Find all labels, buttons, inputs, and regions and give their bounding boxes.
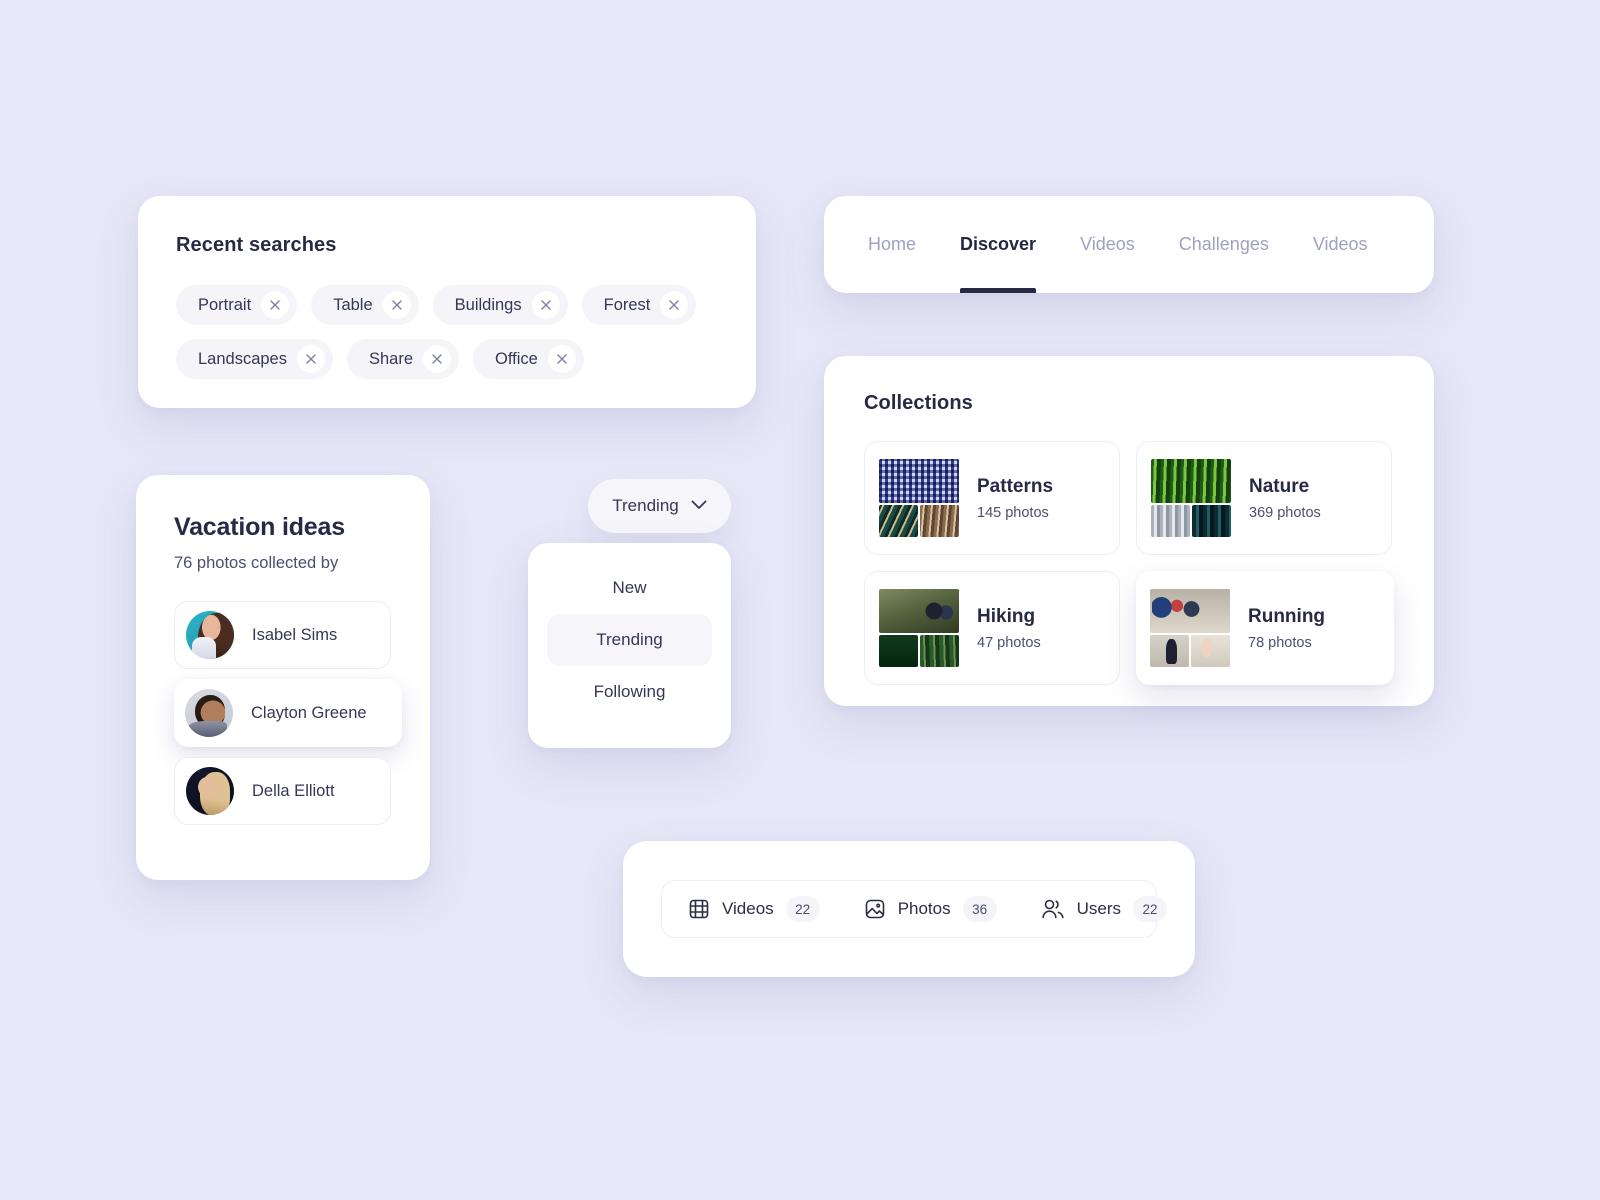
filter-label: Users <box>1076 899 1122 918</box>
collection-count: 369 photos <box>1249 504 1321 521</box>
sort-option-label: New <box>612 578 647 597</box>
recent-searches-title: Recent searches <box>176 234 337 256</box>
avatar <box>185 689 233 737</box>
sort-option-trending[interactable]: Trending <box>547 614 712 666</box>
close-icon[interactable] <box>531 291 560 319</box>
search-chip[interactable]: Forest <box>581 285 697 325</box>
sort-option-following[interactable]: Following <box>547 666 712 718</box>
collection-item-nature[interactable]: Nature 369 photos <box>1136 441 1392 555</box>
collection-name: Patterns <box>977 475 1054 497</box>
tab-label: Challenges <box>1178 234 1269 254</box>
close-icon[interactable] <box>297 345 325 373</box>
sort-option-label: Following <box>593 682 666 701</box>
collector-name: Clayton Greene <box>251 703 367 722</box>
search-chip[interactable]: Landscapes <box>176 339 333 379</box>
collection-count: 47 photos <box>977 634 1041 651</box>
collections-grid: Patterns 145 photos Nature 369 photos Hi… <box>864 441 1404 685</box>
collection-name: Hiking <box>977 605 1036 627</box>
tab-home[interactable]: Home <box>868 196 916 293</box>
search-chip-label: Portrait <box>198 295 252 314</box>
vacation-ideas-card: Vacation ideas 76 photos collected by Is… <box>136 475 430 880</box>
image-icon <box>864 898 886 920</box>
page-canvas: Recent searches Portrait Table Buildings <box>0 0 1600 1200</box>
list-item[interactable]: Isabel Sims <box>174 601 391 669</box>
film-icon <box>688 898 710 920</box>
sort-dropdown-trigger[interactable]: Trending <box>588 479 731 533</box>
collection-name: Running <box>1248 605 1326 627</box>
collection-count: 145 photos <box>977 504 1049 521</box>
tab-label: Home <box>868 234 917 254</box>
search-chip-label: Forest <box>603 295 651 314</box>
collection-name: Nature <box>1249 475 1310 497</box>
close-icon[interactable] <box>261 291 290 319</box>
filter-users[interactable]: Users 22 <box>1041 896 1168 922</box>
thumb-hiking <box>879 589 959 667</box>
tab-label: Discover <box>960 234 1037 254</box>
collector-name: Della Elliott <box>252 781 335 800</box>
thumb-running <box>1150 589 1230 667</box>
search-chip-label: Office <box>495 349 538 368</box>
tab-label: Videos <box>1312 234 1368 254</box>
chevron-down-icon <box>691 497 707 515</box>
filter-videos[interactable]: Videos 22 <box>688 896 820 922</box>
filter-count: 22 <box>1133 896 1168 922</box>
tab-challenges[interactable]: Challenges <box>1179 196 1269 293</box>
filter-bar: Videos 22 Photos 36 Users 22 <box>661 880 1168 938</box>
vacation-ideas-title: Vacation ideas <box>174 513 345 541</box>
vacation-ideas-subtitle: 76 photos collected by <box>174 554 339 572</box>
filter-count: 36 <box>962 896 997 922</box>
tab-videos[interactable]: Videos <box>1080 196 1135 293</box>
search-chip[interactable]: Table <box>311 285 419 325</box>
search-chip[interactable]: Office <box>473 339 584 379</box>
navigation-card: Home Discover Videos Challenges Videos <box>824 196 1434 293</box>
tab-bar: Home Discover Videos Challenges Videos <box>824 196 1434 293</box>
thumb-nature <box>1151 459 1231 537</box>
sort-dropdown-value: Trending <box>612 496 679 515</box>
filter-photos[interactable]: Photos 36 <box>864 896 997 922</box>
search-chip[interactable]: Portrait <box>176 285 298 325</box>
collector-name: Isabel Sims <box>252 625 338 644</box>
collector-list: Isabel Sims Clayton Greene Della Elliott <box>174 601 402 825</box>
recent-searches-chip-list: Portrait Table Buildings Forest Landscap… <box>176 285 718 379</box>
list-item[interactable]: Della Elliott <box>174 757 391 825</box>
close-icon[interactable] <box>547 345 576 373</box>
tab-label: Videos <box>1080 234 1135 254</box>
tab-discover[interactable]: Discover <box>960 196 1037 293</box>
search-chip-label: Buildings <box>454 295 522 314</box>
search-chip[interactable]: Buildings <box>432 285 568 325</box>
tab-videos-secondary[interactable]: Videos <box>1313 196 1368 293</box>
filter-label: Videos <box>722 899 774 918</box>
list-item[interactable]: Clayton Greene <box>174 679 402 747</box>
sort-option-new[interactable]: New <box>547 562 712 614</box>
collection-item-running[interactable]: Running 78 photos <box>1136 571 1394 685</box>
sort-dropdown-menu: New Trending Following <box>528 543 731 748</box>
search-chip-label: Table <box>333 295 373 314</box>
collection-item-patterns[interactable]: Patterns 145 photos <box>864 441 1120 555</box>
search-chip-label: Share <box>369 349 414 368</box>
filter-count: 22 <box>785 896 820 922</box>
close-icon[interactable] <box>660 291 689 319</box>
collection-item-hiking[interactable]: Hiking 47 photos <box>864 571 1120 685</box>
search-filter-card: Videos 22 Photos 36 Users 22 <box>623 841 1195 977</box>
sort-option-label: Trending <box>596 630 663 649</box>
close-icon[interactable] <box>423 345 452 373</box>
avatar <box>186 767 234 815</box>
collections-card: Collections Patterns 145 photos Nature 3… <box>824 356 1434 706</box>
filter-label: Photos <box>897 899 951 918</box>
close-icon[interactable] <box>382 291 411 319</box>
thumb-patterns <box>879 459 959 537</box>
recent-searches-card: Recent searches Portrait Table Buildings <box>138 196 756 408</box>
users-icon <box>1041 898 1065 920</box>
search-chip-label: Landscapes <box>198 349 287 368</box>
avatar <box>186 611 234 659</box>
collections-title: Collections <box>864 392 973 414</box>
collection-count: 78 photos <box>1248 634 1312 651</box>
search-chip[interactable]: Share <box>347 339 460 379</box>
